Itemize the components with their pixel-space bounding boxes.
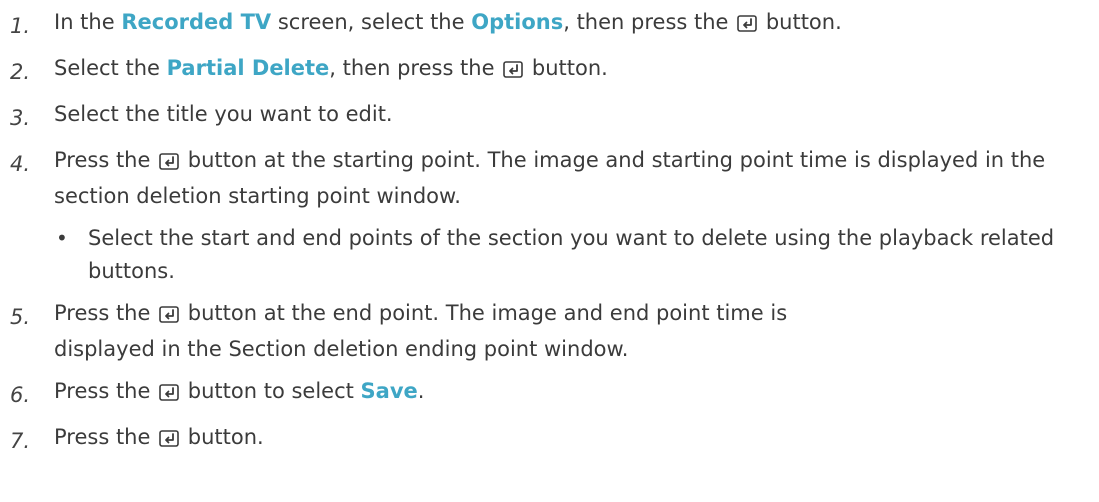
step-item: 1. In the Recorded TV screen, select the … — [10, 6, 1090, 43]
step-number: 1. — [10, 14, 31, 38]
enter-icon — [159, 147, 179, 180]
enter-icon — [159, 378, 179, 411]
step-text: Select the title you want to edit. — [54, 98, 1090, 131]
step-text: In the Recorded TV screen, select the Op… — [54, 6, 1090, 42]
step-text-segment: Press the — [54, 379, 158, 403]
sub-bullet-text: Select the start and end points of the s… — [88, 226, 1055, 283]
step-text-segment: . — [417, 379, 425, 403]
step-text-segment: Press the — [54, 148, 158, 172]
enter-icon — [159, 424, 179, 457]
step-number: 7. — [10, 429, 31, 453]
step-text-segment: Select the — [54, 56, 167, 80]
step-number: 3. — [10, 106, 31, 130]
step-number: 6. — [10, 383, 31, 407]
step-text: Press the button at the end point. The i… — [54, 297, 1090, 366]
step-text-segment: button to select — [181, 379, 361, 403]
step-text-segment: button. — [759, 10, 842, 34]
highlighted-term: Partial Delete — [166, 56, 330, 80]
step-text-segment: button. — [181, 425, 264, 449]
step-text-segment: displayed in the Section deletion ending… — [54, 337, 629, 361]
enter-icon — [159, 300, 179, 333]
step-item: 7. Press the button. — [10, 421, 1090, 458]
step-text: Press the button. — [54, 421, 1090, 457]
step-text-segment: button at the starting point. The image … — [54, 148, 1046, 208]
instruction-steps: 1. In the Recorded TV screen, select the … — [10, 6, 1090, 467]
step-text-segment: button. — [525, 56, 608, 80]
step-text-segment: , then press the — [329, 56, 502, 80]
step-number: 4. — [10, 152, 31, 176]
bullet-icon: • — [56, 226, 68, 250]
step-text-segment: Press the — [54, 301, 158, 325]
step-item: 2. Select the Partial Delete, then press … — [10, 52, 1090, 89]
step-text-segment: , then press the — [563, 10, 736, 34]
step-text-segment: Select the title you want to edit. — [54, 102, 393, 126]
step-item: 3. Select the title you want to edit. — [10, 98, 1090, 135]
sub-bullet-item: • Select the start and end points of the … — [54, 222, 1090, 288]
highlighted-term: Options — [471, 10, 564, 34]
highlighted-term: Recorded TV — [121, 10, 272, 34]
enter-icon — [503, 55, 524, 88]
step-number: 5. — [10, 305, 31, 329]
step-text: Press the button to select Save. — [54, 375, 1090, 411]
enter-icon — [737, 9, 757, 42]
step-text-segment: In the — [54, 10, 122, 34]
step-text: Press the button at the starting point. … — [54, 144, 1090, 213]
step-text: Select the Partial Delete, then press th… — [54, 52, 1090, 88]
step-text-segment: button at the end point. The image and e… — [181, 301, 788, 325]
step-item: 5. Press the button at the end point. The… — [10, 297, 1090, 366]
step-item: 4. Press the button at the starting point… — [10, 144, 1090, 213]
step-number: 2. — [10, 60, 31, 84]
step-text-segment: Press the — [54, 425, 158, 449]
step-text-segment: screen, select the — [271, 10, 472, 34]
highlighted-term: Save — [360, 379, 418, 403]
step-item: 6. Press the button to select Save. — [10, 375, 1090, 412]
